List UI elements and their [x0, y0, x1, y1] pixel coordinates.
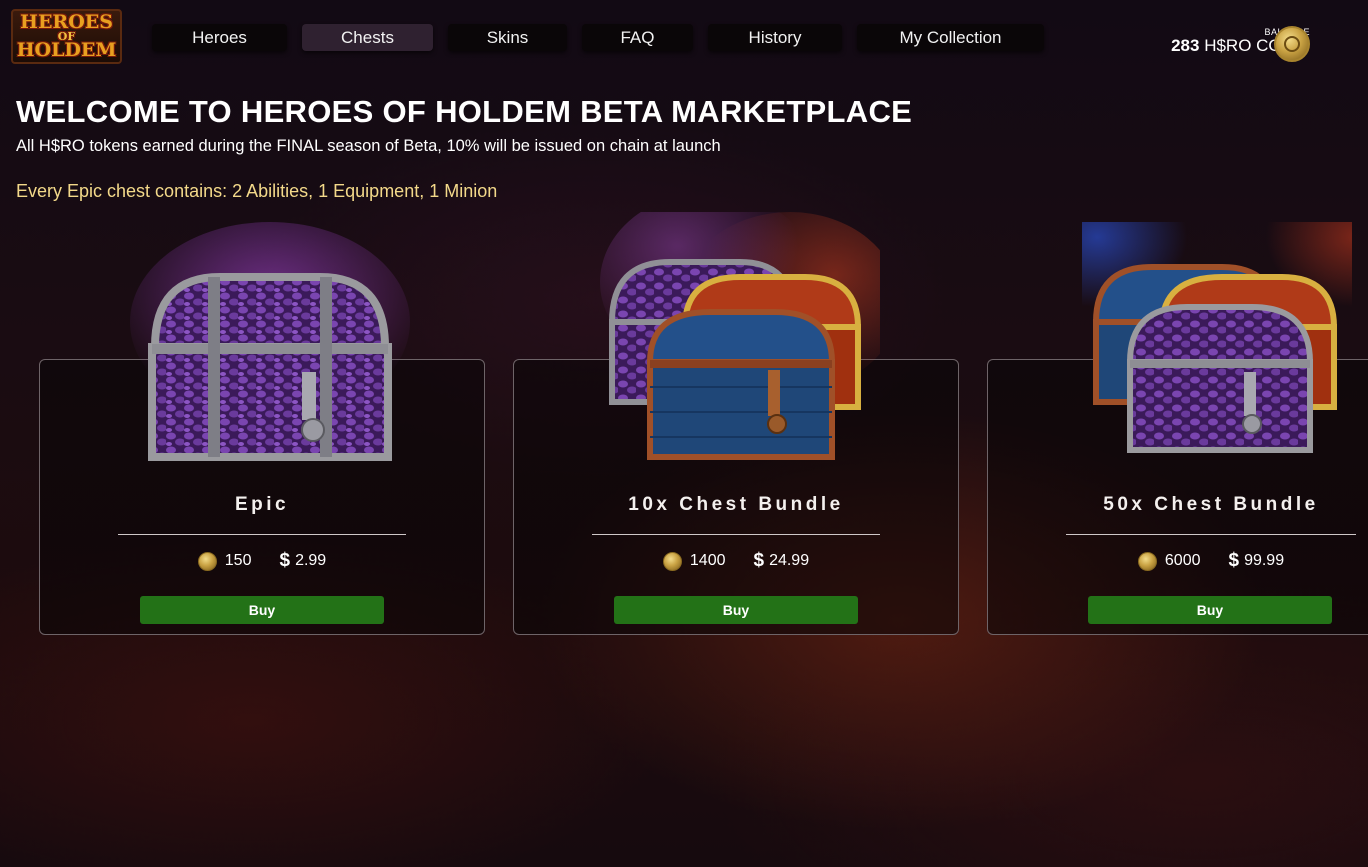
nav-history[interactable]: History — [708, 24, 842, 51]
epic-chest-image — [130, 222, 410, 461]
heroes-of-holdem-logo[interactable]: HEROES OF HOLDEM — [11, 9, 122, 64]
usd-price: $ 2.99 — [279, 550, 326, 572]
nav-faq[interactable]: FAQ — [582, 24, 693, 51]
buy-button-10x-bundle[interactable]: Buy — [614, 596, 858, 624]
top-bar: HEROES OF HOLDEM Heroes Chests Skins FAQ… — [0, 0, 1368, 76]
divider — [118, 534, 406, 535]
hero-coin-icon — [197, 551, 217, 571]
divider — [1066, 534, 1356, 535]
price-row: 1400 $ 24.99 — [514, 550, 958, 572]
dollar-icon: $ — [753, 550, 765, 571]
coin-price: 6000 — [1137, 551, 1201, 571]
hero-coin-icon — [1137, 551, 1157, 571]
usd-price-value: 2.99 — [295, 552, 327, 569]
nav-chests[interactable]: Chests — [302, 24, 433, 51]
coin-price-value: 1400 — [689, 552, 726, 569]
coin-price: 1400 — [662, 551, 726, 571]
buy-button-50x-bundle[interactable]: Buy — [1088, 596, 1332, 624]
page-subtitle: All H$RO tokens earned during the FINAL … — [16, 137, 721, 155]
10x-chest-bundle-image — [600, 212, 880, 460]
balance-amount: 283 — [1171, 36, 1200, 55]
dollar-icon: $ — [279, 550, 291, 571]
chest-name: 10x Chest Bundle — [628, 494, 844, 515]
50x-chest-bundle-image — [1082, 222, 1352, 453]
chest-name: 50x Chest Bundle — [1103, 494, 1319, 515]
buy-button-epic[interactable]: Buy — [140, 596, 384, 624]
price-row: 6000 $ 99.99 — [988, 550, 1368, 572]
dollar-icon: $ — [1228, 550, 1240, 571]
epic-chest-contents-note: Every Epic chest contains: 2 Abilities, … — [16, 181, 498, 201]
hero-coin-icon — [662, 551, 682, 571]
usd-price: $ 99.99 — [1228, 550, 1284, 572]
logo-line-3: HOLDEM — [16, 39, 117, 61]
nav-heroes[interactable]: Heroes — [152, 24, 287, 51]
price-row: 150 $ 2.99 — [40, 550, 484, 572]
chest-name: Epic — [234, 494, 290, 515]
page-title: WELCOME TO HEROES OF HOLDEM BETA MARKETP… — [16, 94, 913, 129]
usd-price-value: 24.99 — [769, 552, 810, 569]
nav-skins[interactable]: Skins — [448, 24, 567, 51]
coin-price-value: 6000 — [1164, 552, 1201, 569]
usd-price: $ 24.99 — [753, 550, 809, 572]
divider — [592, 534, 880, 535]
coin-price-value: 150 — [224, 552, 252, 569]
usd-price-value: 99.99 — [1244, 552, 1285, 569]
nav-my-collection[interactable]: My Collection — [857, 24, 1044, 51]
hero-coin-icon — [1274, 26, 1310, 62]
coin-price: 150 — [197, 551, 252, 571]
